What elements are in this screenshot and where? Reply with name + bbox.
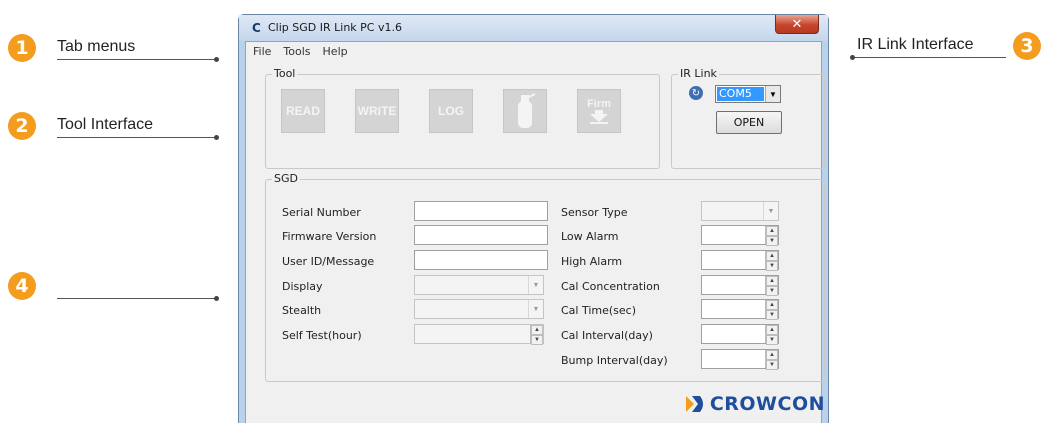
user-id-message-label: User ID/Message (282, 255, 375, 268)
sensor-type-label: Sensor Type (561, 206, 628, 219)
crowcon-logo: CROWCON (685, 393, 825, 415)
open-button[interactable]: OPEN (716, 111, 782, 134)
firmware-label: Firm (587, 98, 611, 110)
menu-bar: File Tools Help (246, 42, 821, 60)
low-alarm-label: Low Alarm (561, 230, 619, 243)
spin-down-icon[interactable]: ▼ (531, 335, 543, 345)
menu-help[interactable]: Help (318, 42, 353, 60)
spin-up-icon[interactable]: ▲ (766, 350, 778, 360)
callout-label-ir-link-interface: IR Link Interface (857, 36, 974, 53)
spin-down-icon[interactable]: ▼ (766, 310, 778, 320)
spin-buttons[interactable]: ▲ ▼ (765, 350, 778, 370)
tool-group: Tool READ WRITE LOG Firm (265, 67, 660, 169)
callout-badge-3: 3 (1013, 32, 1041, 60)
callout-badge-1: 1 (8, 34, 36, 62)
bump-interval-stepper[interactable]: ▲ ▼ (701, 349, 779, 370)
refresh-icon[interactable]: ↻ (689, 86, 703, 100)
read-button[interactable]: READ (281, 89, 325, 133)
bump-interval-label: Bump Interval(day) (561, 354, 668, 367)
display-select[interactable]: ▼ (414, 275, 544, 295)
callout-label-tab-menus: Tab menus (57, 38, 136, 55)
spin-buttons[interactable]: ▲ ▼ (765, 276, 778, 296)
spin-buttons[interactable]: ▲ ▼ (765, 300, 778, 320)
spin-down-icon[interactable]: ▼ (766, 360, 778, 370)
callout-badge-2: 2 (8, 112, 36, 140)
spin-down-icon[interactable]: ▼ (766, 286, 778, 296)
app-window: C Clip SGD IR Link PC v1.6 ✕ File Tools … (238, 14, 829, 423)
spin-down-icon[interactable]: ▼ (766, 335, 778, 345)
callout-dot-1 (214, 57, 219, 62)
high-alarm-stepper[interactable]: ▲ ▼ (701, 250, 779, 271)
callout-dot-4 (214, 296, 219, 301)
self-test-label: Self Test(hour) (282, 329, 362, 342)
ir-link-legend: IR Link (678, 67, 719, 80)
client-area: File Tools Help Tool READ WRITE LOG Firm (245, 41, 825, 423)
write-button[interactable]: WRITE (355, 89, 399, 133)
window-title: Clip SGD IR Link PC v1.6 (268, 21, 402, 34)
high-alarm-label: High Alarm (561, 255, 623, 268)
cal-interval-label: Cal Interval(day) (561, 329, 653, 342)
cal-concentration-label: Cal Concentration (561, 280, 660, 293)
cal-time-label: Cal Time(sec) (561, 304, 637, 317)
log-button[interactable]: LOG (429, 89, 473, 133)
spin-buttons[interactable]: ▲ ▼ (765, 325, 778, 345)
callout-dot-2 (214, 135, 219, 140)
serial-number-field[interactable] (414, 201, 548, 221)
stealth-select[interactable]: ▼ (414, 299, 544, 319)
callout-label-tool-interface: Tool Interface (57, 116, 154, 133)
self-test-stepper[interactable]: ▲ ▼ (414, 324, 544, 345)
spin-up-icon[interactable]: ▲ (766, 300, 778, 310)
callout-line-3 (852, 57, 1006, 58)
sensor-type-select[interactable]: ▼ (701, 201, 779, 221)
low-alarm-stepper[interactable]: ▲ ▼ (701, 225, 779, 246)
com-port-select[interactable]: COM5 ▼ (715, 85, 781, 103)
firmware-button[interactable]: Firm (577, 89, 621, 133)
spin-buttons[interactable]: ▲ ▼ (765, 226, 778, 246)
cal-interval-stepper[interactable]: ▲ ▼ (701, 324, 779, 345)
spin-buttons[interactable]: ▲ ▼ (765, 251, 778, 271)
callout-dot-3 (850, 55, 855, 60)
chevron-down-icon[interactable]: ▼ (765, 86, 780, 102)
cal-concentration-stepper[interactable]: ▲ ▼ (701, 275, 779, 296)
cal-time-stepper[interactable]: ▲ ▼ (701, 299, 779, 320)
gas-cylinder-button[interactable] (503, 89, 547, 133)
spin-up-icon[interactable]: ▲ (766, 325, 778, 335)
firmware-version-field[interactable] (414, 225, 548, 245)
chevron-down-icon[interactable]: ▼ (763, 202, 778, 220)
callout-line-4 (57, 298, 217, 299)
spin-up-icon[interactable]: ▲ (766, 251, 778, 261)
close-icon: ✕ (791, 16, 803, 32)
chevron-down-icon[interactable]: ▼ (528, 300, 543, 318)
sgd-legend: SGD (272, 172, 300, 185)
user-id-message-field[interactable] (414, 250, 548, 270)
callout-line-1 (57, 59, 217, 60)
serial-number-label: Serial Number (282, 206, 361, 219)
menu-tools[interactable]: Tools (278, 42, 315, 60)
crowcon-logo-icon (685, 396, 703, 412)
app-icon: C (252, 21, 261, 35)
close-button[interactable]: ✕ (775, 15, 819, 34)
callout-line-2 (57, 137, 217, 138)
gas-cylinder-icon (518, 93, 536, 128)
spin-up-icon[interactable]: ▲ (531, 325, 543, 335)
tool-group-legend: Tool (272, 67, 298, 80)
spin-up-icon[interactable]: ▲ (766, 276, 778, 286)
ir-link-group: IR Link ↻ COM5 ▼ OPEN (671, 67, 825, 169)
sgd-group: SGD Serial Number Firmware Version User … (265, 172, 825, 382)
chevron-down-icon[interactable]: ▼ (528, 276, 543, 294)
spin-down-icon[interactable]: ▼ (766, 261, 778, 271)
download-arrow-icon (590, 110, 608, 124)
firmware-version-label: Firmware Version (282, 230, 377, 243)
display-label: Display (282, 280, 323, 293)
spin-buttons[interactable]: ▲ ▼ (530, 325, 543, 345)
spin-up-icon[interactable]: ▲ (766, 226, 778, 236)
stealth-label: Stealth (282, 304, 322, 317)
com-port-value: COM5 (717, 87, 764, 101)
spin-down-icon[interactable]: ▼ (766, 236, 778, 246)
title-bar[interactable]: C Clip SGD IR Link PC v1.6 ✕ (239, 15, 828, 41)
crowcon-logo-text: CROWCON (709, 393, 825, 415)
menu-file[interactable]: File (248, 42, 276, 60)
callout-badge-4: 4 (8, 272, 36, 300)
